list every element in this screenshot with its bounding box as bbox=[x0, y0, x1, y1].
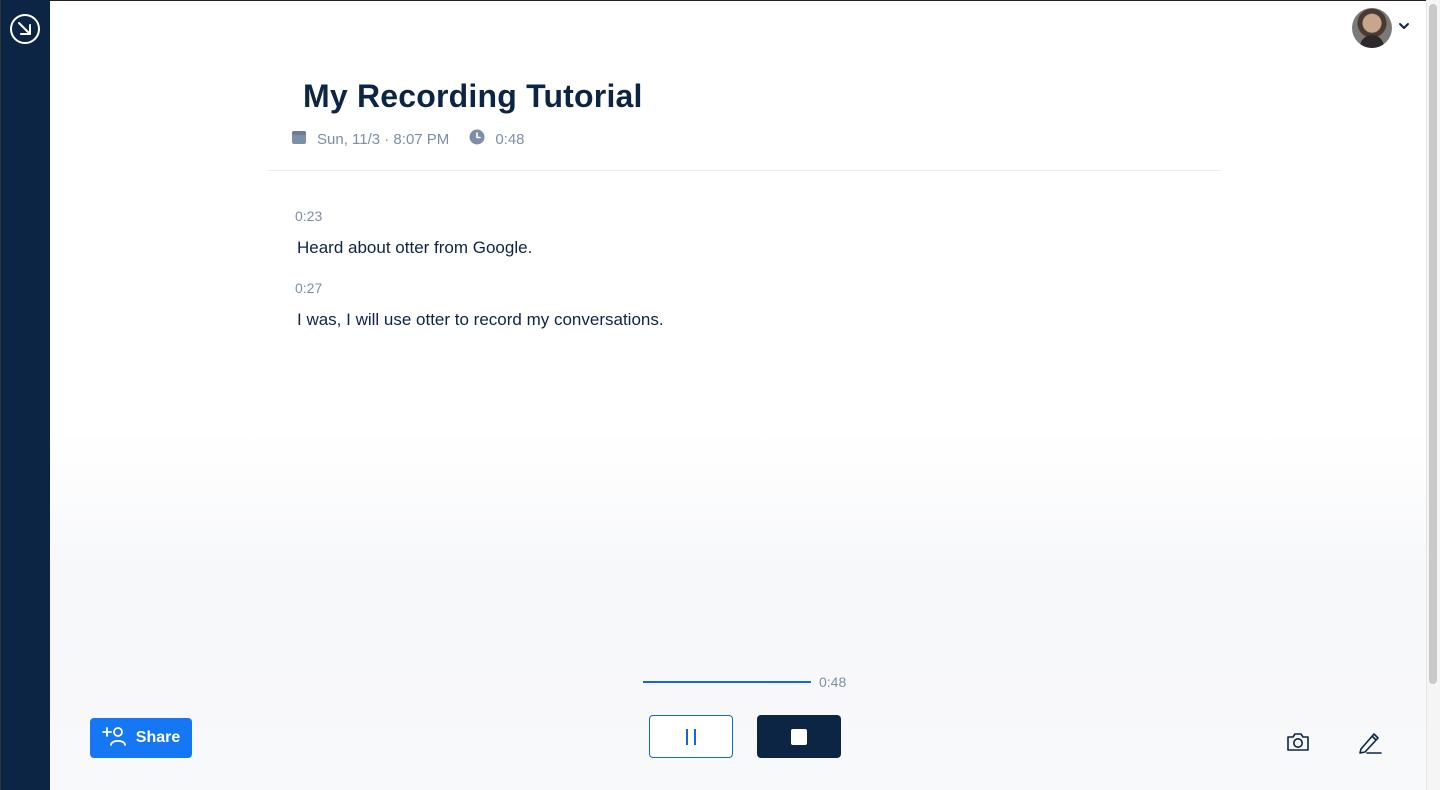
recording-duration: 0:48 bbox=[495, 130, 525, 148]
bottom-fade bbox=[50, 430, 1426, 790]
collapse-panel-button[interactable] bbox=[8, 12, 42, 51]
chevron-down-icon bbox=[1398, 19, 1410, 37]
transcript-segment[interactable]: 0:27 I was, I will use otter to record m… bbox=[295, 280, 1195, 330]
header-divider bbox=[268, 170, 1221, 171]
app-window: My Recording Tutorial Sun, 11/3 · 8:07 P… bbox=[0, 0, 1440, 790]
pen-icon bbox=[1355, 733, 1383, 760]
top-border bbox=[50, 0, 1440, 1]
arrow-down-right-circle-icon bbox=[8, 12, 42, 51]
stop-icon bbox=[791, 728, 807, 745]
page-title[interactable]: My Recording Tutorial bbox=[303, 78, 643, 115]
transcript-segment[interactable]: 0:23 Heard about otter from Google. bbox=[295, 208, 1195, 258]
segment-timestamp[interactable]: 0:23 bbox=[295, 208, 1195, 224]
segment-text[interactable]: Heard about otter from Google. bbox=[295, 238, 1195, 258]
screenshot-button[interactable] bbox=[1284, 728, 1312, 756]
pause-icon bbox=[686, 728, 688, 745]
elapsed-time: 0:48 bbox=[819, 674, 847, 690]
clock-icon bbox=[469, 129, 485, 149]
account-menu[interactable] bbox=[1352, 8, 1410, 48]
add-person-icon bbox=[101, 726, 126, 751]
segment-timestamp[interactable]: 0:27 bbox=[295, 280, 1195, 296]
avatar bbox=[1352, 8, 1392, 48]
progress-bar bbox=[643, 681, 811, 683]
recording-progress: 0:48 bbox=[643, 674, 846, 690]
share-button[interactable]: Share bbox=[90, 718, 192, 758]
progress-fill bbox=[643, 681, 811, 683]
left-rail bbox=[0, 0, 50, 790]
annotate-button[interactable] bbox=[1355, 728, 1383, 756]
recording-meta: Sun, 11/3 · 8:07 PM 0:48 bbox=[291, 129, 545, 149]
segment-text[interactable]: I was, I will use otter to record my con… bbox=[295, 310, 1195, 330]
transcript: 0:23 Heard about otter from Google. 0:27… bbox=[295, 208, 1195, 352]
scrollbar[interactable] bbox=[1426, 0, 1440, 790]
scrollbar-thumb[interactable] bbox=[1429, 4, 1437, 684]
stop-button[interactable] bbox=[757, 715, 841, 758]
calendar-icon bbox=[291, 129, 307, 149]
camera-icon bbox=[1284, 733, 1312, 760]
share-label: Share bbox=[135, 729, 181, 746]
recording-date: Sun, 11/3 · 8:07 PM bbox=[317, 130, 450, 148]
pause-button[interactable] bbox=[649, 715, 733, 758]
